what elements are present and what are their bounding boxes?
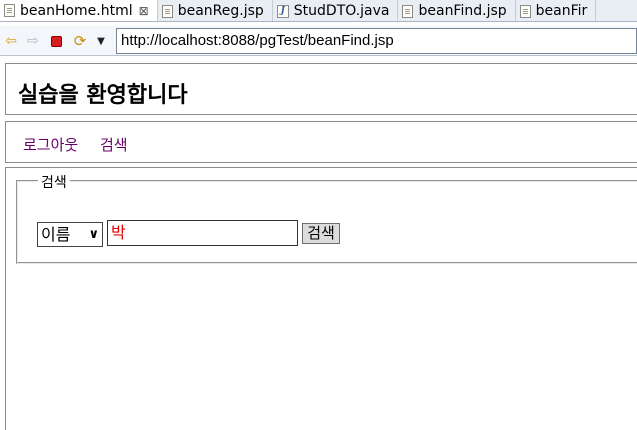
close-icon[interactable]: ⊠ bbox=[139, 4, 149, 18]
tab-beanreg[interactable]: beanReg.jsp bbox=[158, 0, 273, 21]
search-fieldset: 검색 이름 ∨ 박 검색 bbox=[16, 172, 637, 264]
browser-content: 실습을 환영합니다 로그아웃 검색 검색 이름 ∨ 박 검색 bbox=[0, 57, 637, 430]
search-legend: 검색 bbox=[38, 172, 70, 192]
jsp-file-icon bbox=[402, 4, 414, 18]
jsp-file-icon bbox=[519, 4, 531, 18]
tab-label: beanFir bbox=[535, 3, 588, 19]
chevron-down-icon[interactable]: ▼ bbox=[92, 32, 110, 50]
tab-beanfind[interactable]: beanFind.jsp bbox=[398, 0, 516, 21]
tab-beanfind-2[interactable]: beanFir bbox=[516, 0, 597, 21]
tab-label: beanFind.jsp bbox=[418, 3, 507, 19]
search-link[interactable]: 검색 bbox=[100, 134, 128, 155]
search-input[interactable]: 박 bbox=[107, 220, 298, 246]
field-select-value: 이름 bbox=[41, 225, 71, 244]
title-frame: 실습을 환영합니다 bbox=[5, 63, 637, 115]
tab-label: StudDTO.java bbox=[293, 3, 390, 19]
html-file-icon bbox=[4, 4, 15, 17]
editor-tab-bar: beanHome.html ⊠ beanReg.jsp J StudDTO.ja… bbox=[0, 0, 637, 22]
tab-beanhome[interactable]: beanHome.html ⊠ bbox=[0, 0, 158, 21]
chevron-down-icon: ∨ bbox=[88, 227, 99, 242]
forward-arrow-icon[interactable]: ⇨ bbox=[24, 32, 42, 50]
logout-link[interactable]: 로그아웃 bbox=[23, 134, 78, 155]
page-title: 실습을 환영합니다 bbox=[18, 83, 188, 108]
tab-label: beanHome.html bbox=[20, 2, 133, 19]
jsp-file-icon bbox=[161, 4, 173, 18]
field-select[interactable]: 이름 ∨ bbox=[37, 222, 103, 247]
body-frame: 검색 이름 ∨ 박 검색 bbox=[5, 167, 637, 430]
back-arrow-icon[interactable]: ⇦ bbox=[2, 32, 20, 50]
refresh-icon[interactable]: ⟳ bbox=[71, 32, 89, 50]
tab-label: beanReg.jsp bbox=[177, 3, 264, 19]
search-button[interactable]: 검색 bbox=[302, 223, 340, 244]
stop-icon[interactable] bbox=[47, 32, 65, 50]
menu-frame: 로그아웃 검색 bbox=[5, 121, 637, 163]
tab-studdto[interactable]: J StudDTO.java bbox=[273, 0, 399, 21]
java-file-icon: J bbox=[276, 4, 289, 18]
url-input[interactable]: http://localhost:8088/pgTest/beanFind.js… bbox=[116, 28, 637, 54]
